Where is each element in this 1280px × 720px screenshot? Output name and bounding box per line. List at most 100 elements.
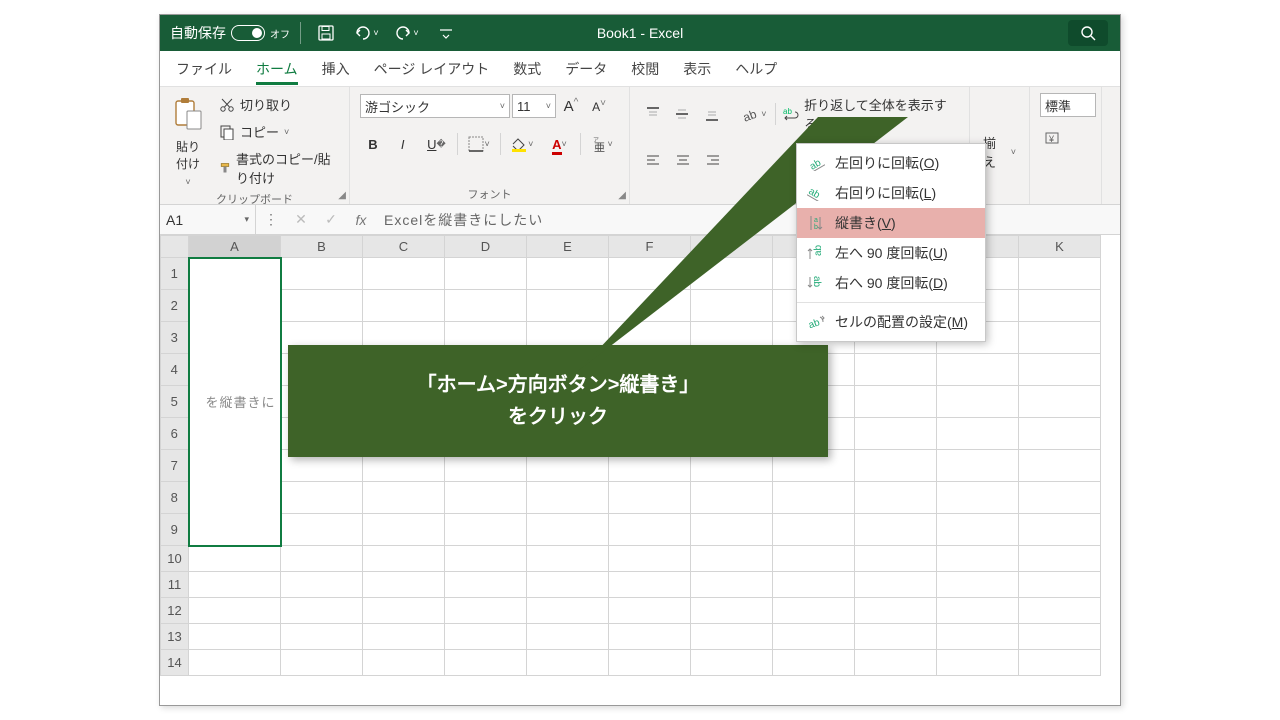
row-header[interactable]: 2 [161,290,189,322]
cell[interactable] [281,290,363,322]
orientation-item-D[interactable]: ab右へ 90 度回転(D) [797,268,985,298]
cell[interactable] [363,290,445,322]
cell[interactable] [773,546,855,572]
cell[interactable] [1019,514,1101,546]
cell[interactable] [937,450,1019,482]
cell[interactable] [527,514,609,546]
cell[interactable] [281,624,363,650]
cell[interactable] [609,598,691,624]
row-header[interactable]: 3 [161,322,189,354]
cell[interactable] [281,482,363,514]
underline-button[interactable]: U � [420,131,454,157]
cell[interactable] [363,258,445,290]
col-header[interactable]: A [189,236,281,258]
cell[interactable] [281,514,363,546]
cell[interactable] [937,514,1019,546]
cell[interactable] [609,482,691,514]
row-header[interactable]: 10 [161,546,189,572]
cell[interactable] [363,546,445,572]
cell[interactable] [363,650,445,676]
tab-review[interactable]: 校閲 [631,59,659,79]
undo-icon[interactable]: ˅ [351,18,381,48]
cell[interactable] [1019,322,1101,354]
cell[interactable] [691,482,773,514]
row-header[interactable]: 13 [161,624,189,650]
cell[interactable] [855,418,937,450]
cell[interactable] [855,598,937,624]
cell[interactable] [189,572,281,598]
cell[interactable] [1019,450,1101,482]
cell[interactable] [445,258,527,290]
tab-insert[interactable]: 挿入 [322,59,350,79]
cell[interactable] [189,258,281,290]
cell[interactable] [691,598,773,624]
italic-button[interactable]: I [390,131,416,157]
col-header[interactable]: B [281,236,363,258]
cell[interactable] [937,386,1019,418]
cell[interactable] [609,514,691,546]
autosave-toggle[interactable]: 自動保存 オフ [170,23,290,43]
cell[interactable] [1019,290,1101,322]
orientation-item-L[interactable]: ab右回りに回転(L) [797,178,985,208]
row-header[interactable]: 7 [161,450,189,482]
bold-button[interactable]: B [360,131,386,157]
cell[interactable] [937,624,1019,650]
row-header[interactable]: 9 [161,514,189,546]
row-header[interactable]: 6 [161,418,189,450]
cell[interactable] [855,572,937,598]
tab-help[interactable]: ヘルプ [735,59,777,79]
cell[interactable] [773,572,855,598]
cell[interactable] [363,482,445,514]
font-name-select[interactable]: 游ゴシック˅ [360,94,510,118]
cell[interactable] [1019,598,1101,624]
cell[interactable] [445,482,527,514]
cell[interactable] [445,624,527,650]
cell[interactable] [527,572,609,598]
orientation-settings[interactable]: abセルの配置の設定(M) [797,307,985,337]
cell[interactable] [1019,418,1101,450]
cell[interactable] [445,650,527,676]
row-header[interactable]: 8 [161,482,189,514]
cell[interactable] [189,514,281,546]
fx-icon[interactable]: fx [346,212,376,228]
cell[interactable] [189,546,281,572]
cell[interactable] [773,514,855,546]
cell[interactable] [527,624,609,650]
font-color-button[interactable]: A ˅ [543,131,577,157]
cell[interactable] [281,258,363,290]
cell[interactable] [189,322,281,354]
name-box[interactable]: A1 ▾ [160,205,256,234]
cell[interactable] [281,546,363,572]
cell[interactable] [1019,624,1101,650]
cell[interactable] [937,482,1019,514]
cell[interactable] [527,598,609,624]
row-header[interactable]: 1 [161,258,189,290]
redo-icon[interactable]: ˅ [391,18,421,48]
cell[interactable] [1019,386,1101,418]
orientation-item-V[interactable]: ab縦書き(V) [797,208,985,238]
cell[interactable] [189,450,281,482]
cut-button[interactable]: 切り取り [216,93,339,116]
cell[interactable] [773,624,855,650]
search-button[interactable] [1068,20,1108,46]
cell[interactable] [189,418,281,450]
orientation-item-O[interactable]: ab左回りに回転(O) [797,148,985,178]
cell[interactable] [691,624,773,650]
cell[interactable]: を縦書きに [189,386,281,418]
qat-customize-icon[interactable] [431,18,461,48]
cell[interactable] [189,598,281,624]
cell[interactable] [609,650,691,676]
cell[interactable] [855,650,937,676]
cell[interactable] [527,482,609,514]
cell[interactable] [937,546,1019,572]
cell[interactable] [527,546,609,572]
cell[interactable] [855,386,937,418]
cell[interactable] [1019,354,1101,386]
format-painter-button[interactable]: 書式のコピー/貼り付け [216,147,339,189]
tab-data[interactable]: データ [565,59,607,79]
cell[interactable] [363,514,445,546]
cell[interactable] [445,572,527,598]
copy-button[interactable]: コピー ˅ [216,120,339,143]
cell[interactable] [189,624,281,650]
cell[interactable] [1019,482,1101,514]
